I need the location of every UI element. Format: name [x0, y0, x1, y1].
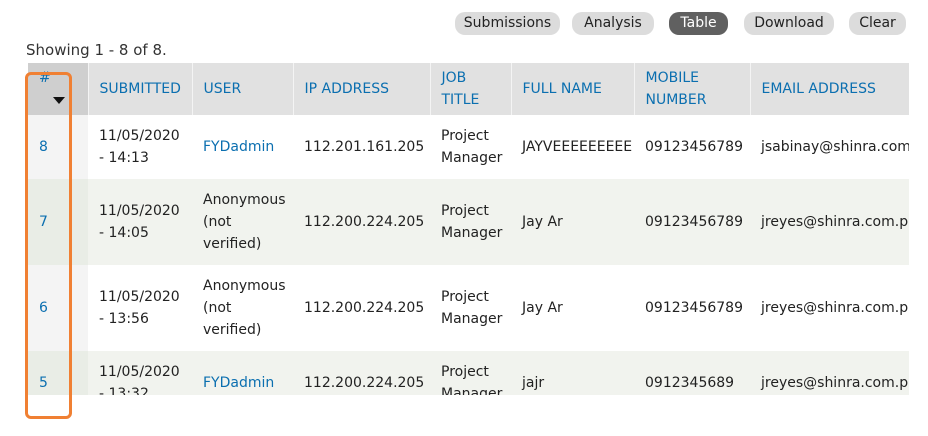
submission-link[interactable]: 8 — [39, 139, 48, 155]
cell-user: FYDadmin — [192, 351, 293, 395]
cell-user: FYDadmin — [192, 115, 293, 179]
cell-ip-address: 112.200.224.205 — [304, 300, 425, 316]
cell-job-title: Project Manager — [441, 289, 503, 327]
submission-link[interactable]: 6 — [39, 300, 48, 316]
cell-submitted: 11/05/2020 - 13:32 — [99, 364, 180, 395]
cell-number: 6 — [28, 265, 88, 351]
submission-tabs: Submissions Analysis Table Download Clea… — [0, 12, 928, 36]
cell-ip-address: 112.200.224.205 — [304, 375, 425, 391]
cell-full-name: Jay Ar — [522, 300, 563, 316]
column-header-number[interactable]: # — [28, 63, 88, 115]
cell-email-address: jreyes@shinra.com.ph — [761, 214, 909, 230]
cell-number: 8 — [28, 115, 88, 179]
cell-number: 5 — [28, 351, 88, 395]
cell-number: 7 — [28, 179, 88, 265]
submission-link[interactable]: 7 — [39, 214, 48, 230]
table-row: 8 11/05/2020 - 14:13 FYDadmin 112.201.16… — [28, 115, 909, 179]
cell-mobile-number: 09123456789 — [645, 214, 743, 230]
column-header-ip-address[interactable]: IP ADDRESS — [292, 63, 430, 115]
table-header-row: # SUBMITTED USER IP ADDRESS JOB TITLE FU… — [28, 63, 909, 115]
cell-ip-address: 112.201.161.205 — [304, 139, 425, 155]
tab-download[interactable]: Download — [744, 12, 834, 35]
cell-full-name: Jay Ar — [522, 214, 563, 230]
tab-analysis[interactable]: Analysis — [572, 12, 654, 35]
cell-email-address: jreyes@shinra.com.ph — [761, 300, 909, 316]
cell-user: Anonymous (not verified) — [203, 278, 286, 338]
tab-submissions[interactable]: Submissions — [455, 12, 560, 35]
submission-link[interactable]: 5 — [39, 375, 48, 391]
table-row: 6 11/05/2020 - 13:56 Anonymous (not veri… — [28, 265, 909, 351]
cell-email-address: jsabinay@shinra.com.ph — [761, 139, 909, 155]
cell-submitted: 11/05/2020 - 14:13 — [99, 128, 180, 166]
table-row: 7 11/05/2020 - 14:05 Anonymous (not veri… — [28, 179, 909, 265]
cell-submitted: 11/05/2020 - 13:56 — [99, 289, 180, 327]
cell-submitted: 11/05/2020 - 14:05 — [99, 203, 180, 241]
column-header-number-label: # — [39, 70, 51, 86]
submissions-table-container: # SUBMITTED USER IP ADDRESS JOB TITLE FU… — [28, 63, 909, 395]
tab-clear[interactable]: Clear — [849, 12, 906, 35]
cell-ip-address: 112.200.224.205 — [304, 214, 425, 230]
cell-user: Anonymous (not verified) — [203, 192, 286, 252]
column-header-email-address[interactable]: EMAIL ADDRESS — [749, 63, 909, 115]
cell-full-name: JAYVEEEEEEEEE — [522, 139, 633, 155]
column-header-mobile-number[interactable]: MOBILE NUMBER — [633, 63, 750, 115]
user-link[interactable]: FYDadmin — [203, 375, 274, 391]
cell-mobile-number: 09123456789 — [645, 300, 743, 316]
cell-job-title: Project Manager — [441, 203, 503, 241]
cell-job-title: Project Manager — [441, 364, 503, 395]
results-summary: Showing 1 - 8 of 8. — [26, 41, 167, 59]
column-header-job-title[interactable]: JOB TITLE — [429, 63, 511, 115]
column-header-user[interactable]: USER — [191, 63, 293, 115]
user-link[interactable]: FYDadmin — [203, 139, 274, 155]
column-header-full-name[interactable]: FULL NAME — [510, 63, 634, 115]
cell-mobile-number: 0912345689 — [645, 375, 735, 391]
sort-descending-icon[interactable] — [53, 96, 65, 104]
cell-mobile-number: 09123456789 — [645, 139, 743, 155]
cell-job-title: Project Manager — [441, 128, 503, 166]
cell-full-name: jajr — [522, 375, 545, 391]
cell-email-address: jreyes@shinra.com.ph — [761, 375, 909, 391]
table-row: 5 11/05/2020 - 13:32 FYDadmin 112.200.22… — [28, 351, 909, 395]
submissions-table: # SUBMITTED USER IP ADDRESS JOB TITLE FU… — [28, 63, 909, 395]
column-header-submitted[interactable]: SUBMITTED — [87, 63, 192, 115]
tab-table[interactable]: Table — [669, 12, 728, 35]
